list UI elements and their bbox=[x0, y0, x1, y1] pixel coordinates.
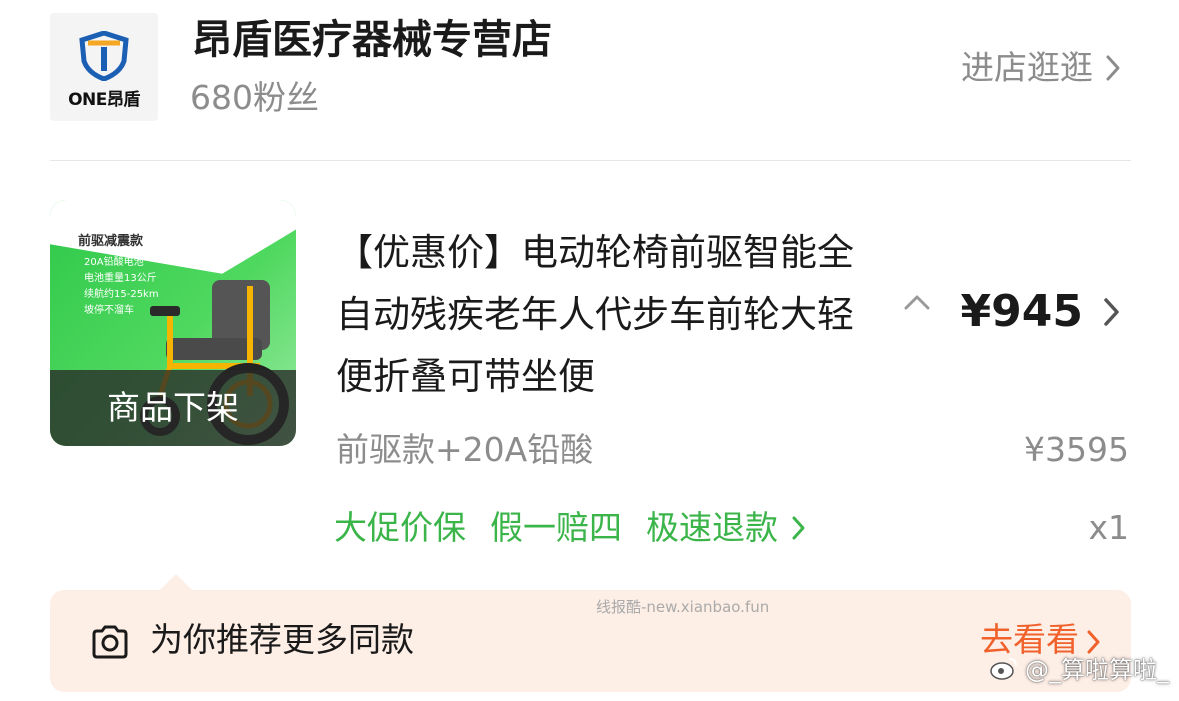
guarantee-fast-refund: 极速退款 bbox=[646, 508, 778, 547]
chevron-right-icon bbox=[792, 516, 805, 540]
guarantee-row[interactable]: 大促价保 假一赔四 极速退款 bbox=[334, 506, 808, 550]
thumbnail-spec: 坡停不溜车 bbox=[84, 305, 134, 316]
watermark-text: 线报酷-new.xianbao.fun bbox=[596, 598, 770, 616]
chevron-right-icon[interactable] bbox=[1101, 296, 1123, 328]
guarantee-price-protect: 大促价保 bbox=[334, 508, 466, 547]
divider bbox=[50, 160, 1131, 161]
store-name[interactable]: 昂盾医疗器械专营店 bbox=[192, 14, 552, 66]
visit-store-label: 进店逛逛 bbox=[961, 48, 1093, 87]
store-logo[interactable]: ONE昂盾 bbox=[50, 13, 158, 121]
product-status-overlay: 商品下架 bbox=[50, 370, 296, 446]
shield-logo-icon bbox=[79, 31, 129, 81]
product-price: ¥945 bbox=[960, 286, 1083, 337]
recommend-text: 为你推荐更多同款 bbox=[150, 620, 414, 659]
weibo-icon bbox=[990, 657, 1017, 680]
camera-icon bbox=[92, 625, 128, 659]
guarantee-fake-compensate: 假一赔四 bbox=[490, 508, 622, 547]
product-title[interactable]: 【优惠价】电动轮椅前驱智能全自动残疾老年人代步车前轮大轻便折叠可带坐便 bbox=[336, 222, 876, 408]
watermark-handle: @_算啦算啦_ bbox=[1025, 656, 1169, 684]
visit-store-link[interactable]: 进店逛逛 bbox=[961, 46, 1123, 90]
store-fans-count: 680粉丝 bbox=[190, 78, 319, 117]
logo-text: ONE昂盾 bbox=[68, 90, 140, 110]
thumbnail-banner-title: 前驱减震款 bbox=[78, 234, 144, 249]
recommend-pointer bbox=[160, 574, 192, 590]
quantity: x1 bbox=[1088, 508, 1129, 547]
product-variant: 前驱款+20A铅酸 bbox=[336, 430, 594, 469]
watermark-corner: @_算啦算啦_ bbox=[989, 650, 1169, 685]
caret-up-icon[interactable] bbox=[900, 290, 934, 314]
product-thumbnail[interactable]: 前驱减震款 20A铅酸电池 电池重量13公斤 续航约15-25km 坡停不溜车 … bbox=[50, 200, 296, 446]
chevron-right-icon bbox=[1106, 55, 1120, 81]
original-price: ¥3595 bbox=[1024, 430, 1129, 469]
